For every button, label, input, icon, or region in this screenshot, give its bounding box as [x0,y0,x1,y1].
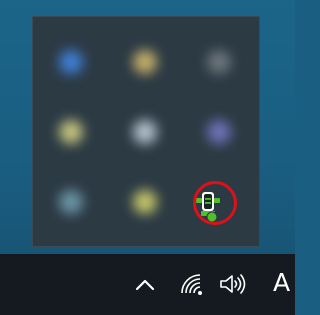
gpu-chip-body [204,194,212,209]
blurred-tray-icon-2[interactable] [133,50,157,74]
gpu-monitor-icon[interactable] [192,189,224,223]
taskbar-clock-text[interactable]: A [273,268,290,298]
desktop: A [0,0,295,315]
blurred-tray-icon-6[interactable] [207,120,231,144]
blurred-tray-icon-4[interactable] [59,120,83,144]
blurred-tray-icon-5[interactable] [133,120,157,144]
speaker-volume-icon[interactable] [218,272,248,296]
blurred-tray-icon-1[interactable] [59,50,83,74]
hidden-icons-flyout [32,16,260,247]
blurred-tray-icon-8[interactable] [133,190,157,214]
gpu-status-badge [206,211,218,223]
taskbar: A [0,254,295,315]
chevron-up-icon[interactable] [134,272,156,296]
gpu-chip-stripe-top [205,198,211,200]
gpu-pin-right [214,198,220,203]
gpu-monitor-icon-graphic [196,192,220,223]
gpu-pin-left [196,198,202,203]
wifi-icon[interactable] [179,272,207,296]
blurred-tray-icon-7[interactable] [59,190,83,214]
blurred-tray-icon-3[interactable] [207,50,231,74]
gpu-chip-stripe-bottom [205,202,211,204]
